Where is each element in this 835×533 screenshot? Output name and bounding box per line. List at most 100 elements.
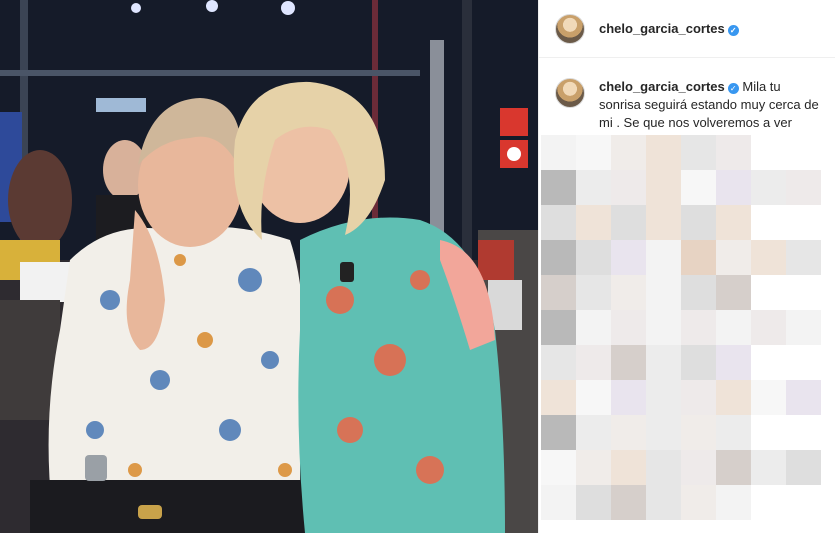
pixel-block <box>716 380 751 415</box>
pixel-block <box>611 345 646 380</box>
pixel-block <box>646 240 681 275</box>
pixel-block <box>751 240 786 275</box>
pixel-block <box>716 170 751 205</box>
pixel-block <box>751 135 786 170</box>
username-text[interactable]: chelo_garcia_cortes <box>599 21 725 36</box>
pixel-block <box>681 485 716 520</box>
pixel-block <box>786 415 821 450</box>
pixel-block <box>786 170 821 205</box>
pixelated-comments-area <box>539 135 835 533</box>
pixel-block <box>646 275 681 310</box>
pixel-block <box>576 240 611 275</box>
pixel-block <box>716 450 751 485</box>
pixel-block <box>576 485 611 520</box>
pixel-block <box>646 170 681 205</box>
pixel-block <box>646 415 681 450</box>
pixel-block <box>751 275 786 310</box>
pixel-block <box>786 240 821 275</box>
pixel-block <box>751 170 786 205</box>
pixel-block <box>611 310 646 345</box>
post-photo[interactable] <box>0 0 538 533</box>
verified-badge-icon: ✓ <box>727 25 739 36</box>
pixel-block <box>751 485 786 520</box>
pixel-block <box>681 170 716 205</box>
pixel-block <box>541 240 576 275</box>
pixel-block <box>541 415 576 450</box>
pixel-block <box>681 450 716 485</box>
pixel-block <box>541 345 576 380</box>
pixel-block <box>576 135 611 170</box>
pixel-block <box>541 205 576 240</box>
pixel-block <box>646 135 681 170</box>
pixel-block <box>541 380 576 415</box>
pixel-block <box>576 170 611 205</box>
pixel-block <box>541 310 576 345</box>
pixel-block <box>681 380 716 415</box>
pixel-block <box>646 380 681 415</box>
pixel-block <box>611 415 646 450</box>
pixel-block <box>541 170 576 205</box>
pixel-block <box>786 310 821 345</box>
pixel-block <box>786 275 821 310</box>
pixel-block <box>576 275 611 310</box>
pixel-block <box>576 415 611 450</box>
pixel-block <box>541 135 576 170</box>
photo-illustration <box>0 0 538 533</box>
pixel-block <box>716 240 751 275</box>
pixel-block <box>681 415 716 450</box>
pixel-block <box>611 135 646 170</box>
pixel-block <box>576 380 611 415</box>
pixel-block <box>681 310 716 345</box>
pixel-block <box>611 275 646 310</box>
pixel-block <box>541 275 576 310</box>
pixel-block <box>646 345 681 380</box>
pixel-block <box>786 485 821 520</box>
caption-verified-badge-icon: ✓ <box>727 83 739 94</box>
pixel-block <box>611 205 646 240</box>
post-header: chelo_garcia_cortes ✓ <box>539 0 835 58</box>
pixel-block <box>541 485 576 520</box>
pixel-block <box>611 450 646 485</box>
pixel-block <box>786 380 821 415</box>
pixel-block <box>576 205 611 240</box>
post-side-panel: chelo_garcia_cortes ✓ chelo_garcia_cortes… <box>538 0 835 533</box>
pixel-block <box>751 450 786 485</box>
pixel-block <box>716 275 751 310</box>
pixel-block <box>576 345 611 380</box>
pixel-block <box>716 135 751 170</box>
instagram-post-window: chelo_garcia_cortes ✓ chelo_garcia_cortes… <box>0 0 835 533</box>
pixel-block <box>716 485 751 520</box>
pixel-block <box>681 240 716 275</box>
pixel-block <box>716 415 751 450</box>
caption-username[interactable]: chelo_garcia_cortes <box>599 79 725 94</box>
username-link[interactable]: chelo_garcia_cortes ✓ <box>599 21 739 36</box>
pixel-block <box>786 345 821 380</box>
pixel-block <box>646 205 681 240</box>
pixel-block <box>681 135 716 170</box>
user-avatar[interactable] <box>555 13 585 44</box>
pixel-block <box>576 450 611 485</box>
pixel-block <box>681 205 716 240</box>
pixel-block <box>611 485 646 520</box>
pixel-block <box>646 485 681 520</box>
pixel-block <box>716 205 751 240</box>
pixel-block <box>576 310 611 345</box>
pixel-block <box>786 205 821 240</box>
pixel-block <box>646 450 681 485</box>
pixel-block <box>751 205 786 240</box>
pixel-block <box>646 310 681 345</box>
pixel-block <box>751 345 786 380</box>
pixel-block <box>611 240 646 275</box>
pixel-block <box>751 310 786 345</box>
caption-avatar[interactable] <box>555 78 585 108</box>
pixel-block <box>751 415 786 450</box>
pixel-block <box>786 450 821 485</box>
pixel-block <box>716 345 751 380</box>
pixel-block <box>541 450 576 485</box>
pixel-block <box>716 310 751 345</box>
pixel-block <box>681 345 716 380</box>
pixel-block <box>751 380 786 415</box>
pixel-block <box>611 170 646 205</box>
pixel-block <box>786 135 821 170</box>
pixel-block <box>681 275 716 310</box>
